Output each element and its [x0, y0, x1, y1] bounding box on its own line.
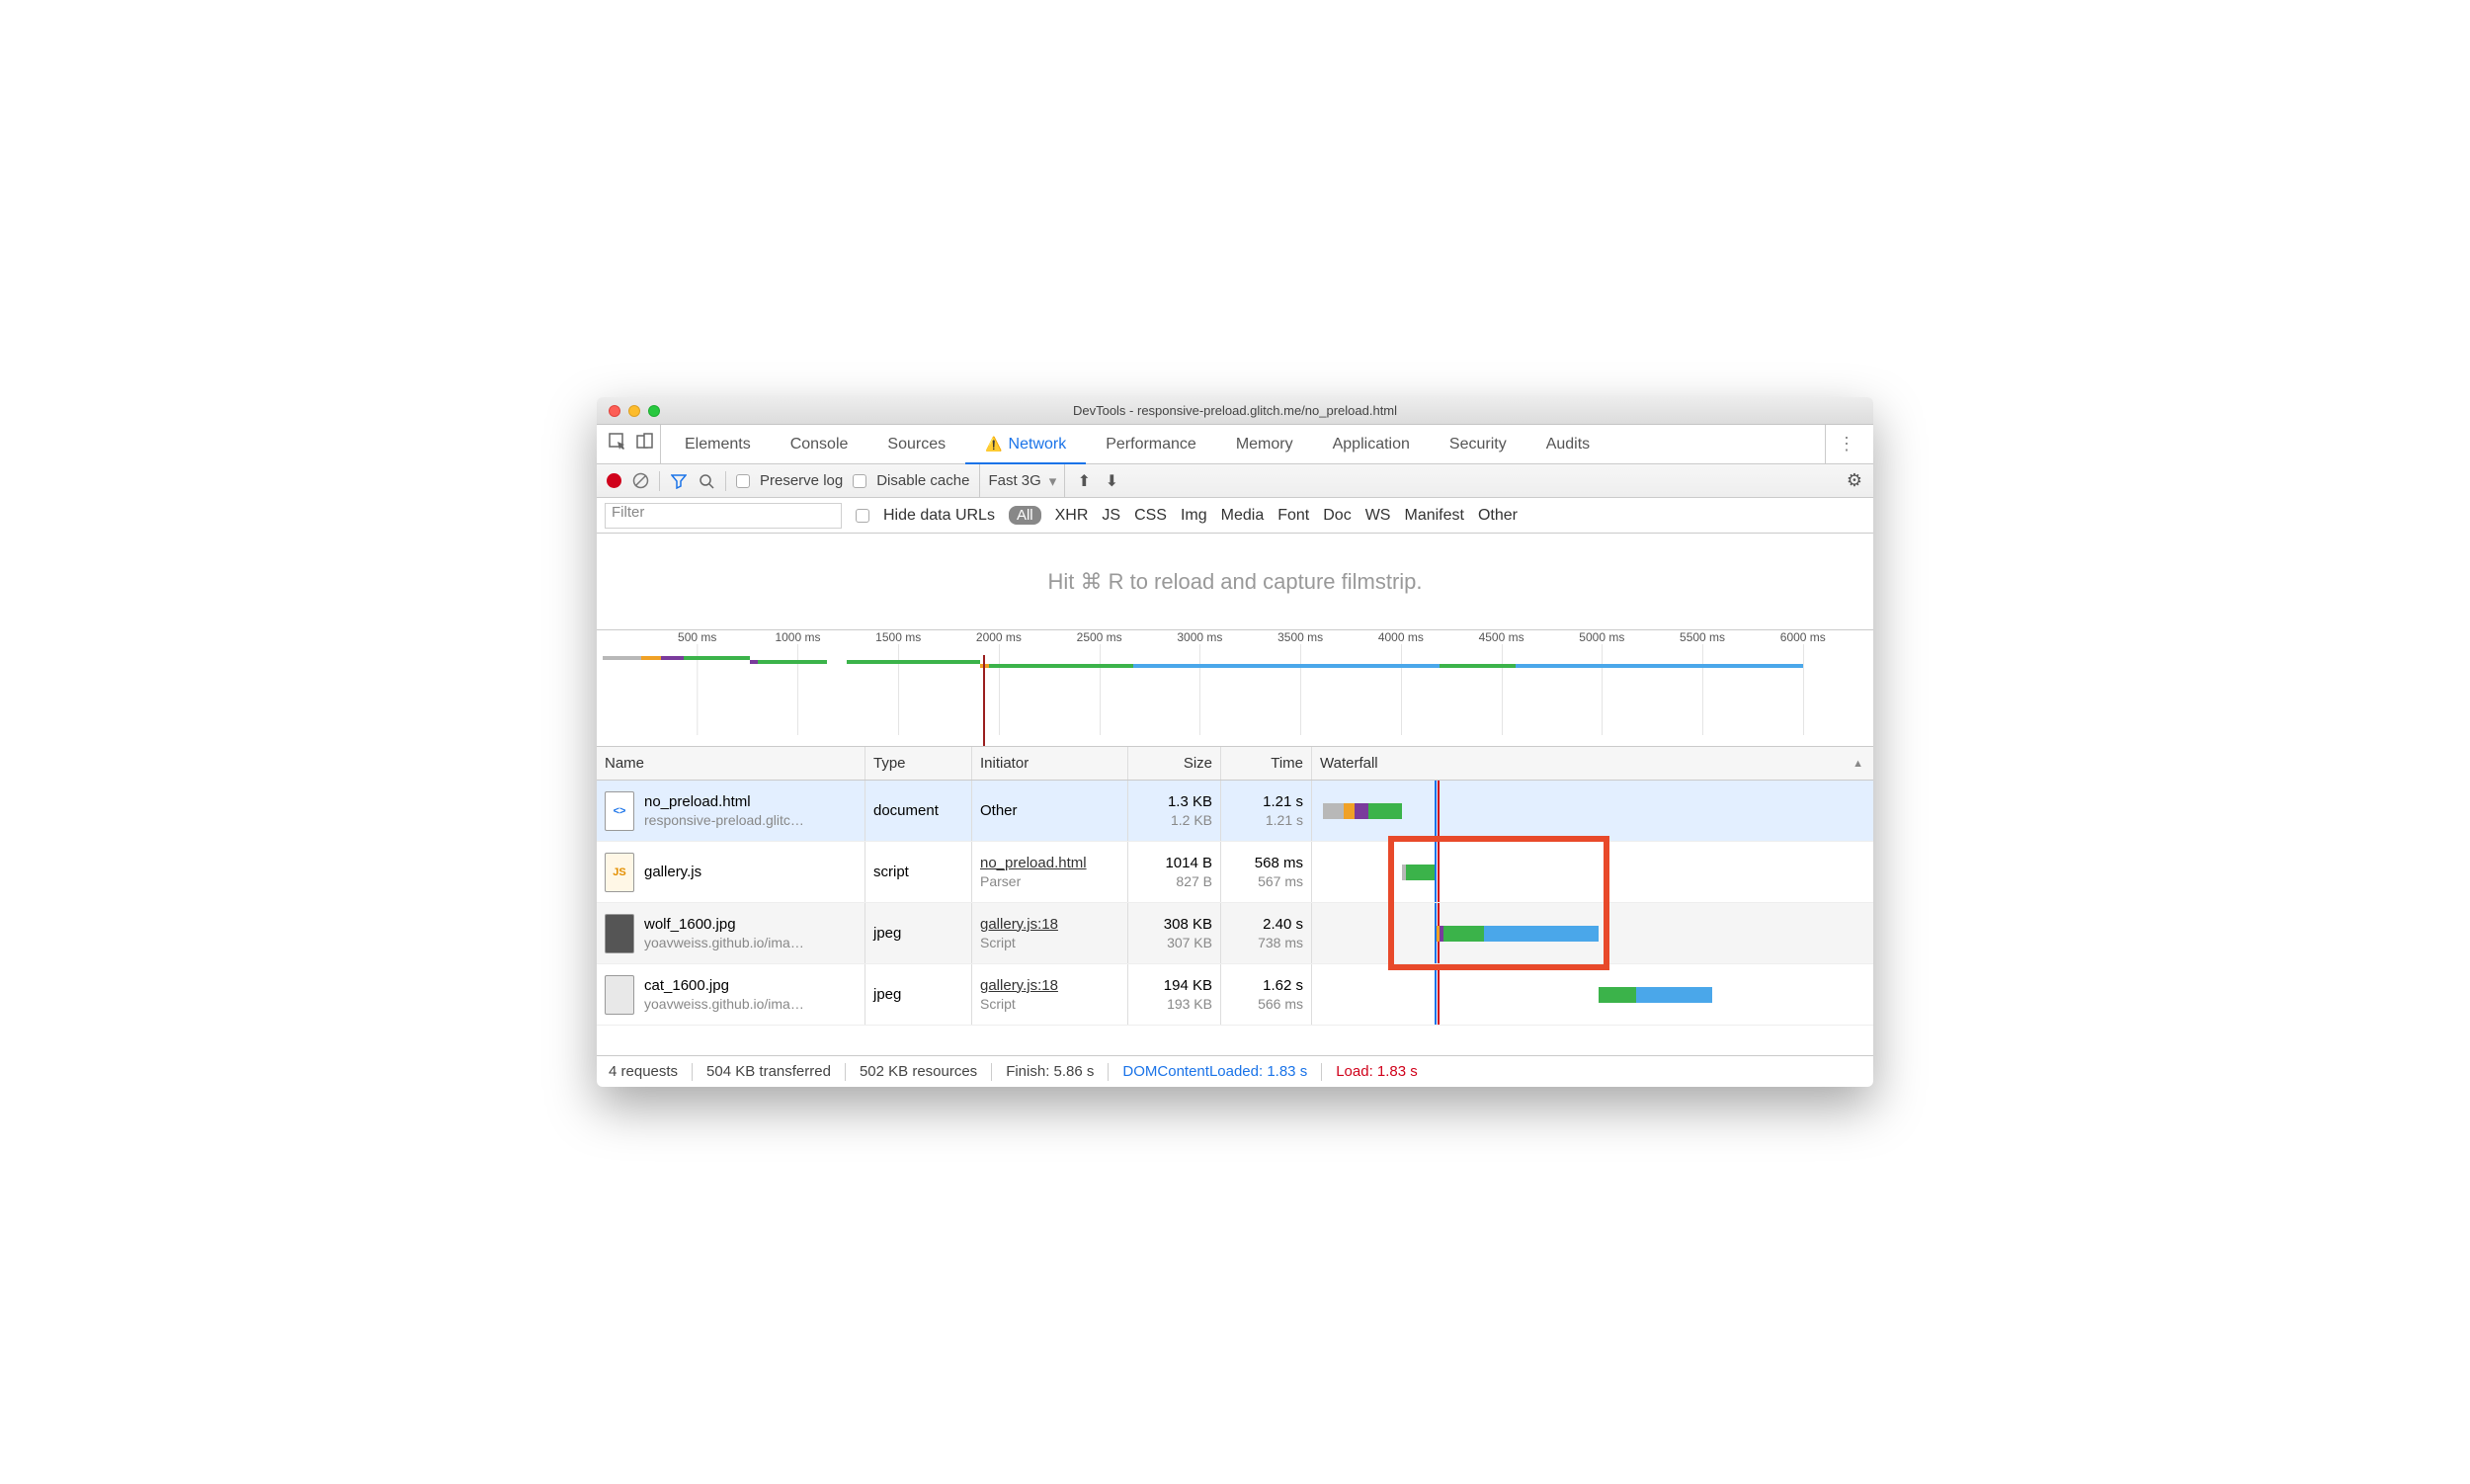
- type-css[interactable]: CSS: [1134, 507, 1167, 525]
- tick: 4000 ms: [1378, 630, 1424, 644]
- filter-input[interactable]: Filter: [605, 503, 842, 529]
- upload-icon[interactable]: ⬆: [1075, 472, 1093, 490]
- record-button[interactable]: [607, 473, 621, 488]
- tick: 500 ms: [678, 630, 716, 644]
- col-type[interactable]: Type: [865, 747, 972, 780]
- timeline-overview[interactable]: 500 ms 1000 ms 1500 ms 2000 ms 2500 ms 3000 m…: [597, 630, 1873, 747]
- table-row[interactable]: wolf_1600.jpgyoavweiss.github.io/ima… jp…: [597, 903, 1873, 964]
- tab-elements[interactable]: Elements: [665, 425, 771, 463]
- minimize-icon[interactable]: [628, 405, 640, 417]
- table-row[interactable]: JSgallery.js script no_preload.htmlParse…: [597, 842, 1873, 903]
- tab-audits[interactable]: Audits: [1526, 425, 1609, 463]
- devtools-window: DevTools - responsive-preload.glitch.me/…: [597, 397, 1873, 1087]
- inspect-icon[interactable]: [609, 433, 626, 455]
- status-bar: 4 requests 504 KB transferred 502 KB res…: [597, 1055, 1873, 1087]
- tick: 5500 ms: [1680, 630, 1725, 644]
- panel-tabs: Elements Console Sources ⚠️Network Perfo…: [597, 425, 1873, 464]
- type-manifest[interactable]: Manifest: [1404, 507, 1463, 525]
- kebab-icon[interactable]: ⋮: [1838, 434, 1855, 454]
- tick: 4500 ms: [1479, 630, 1524, 644]
- table-header: Name Type Initiator Size Time Waterfall: [597, 747, 1873, 781]
- tab-performance[interactable]: Performance: [1086, 425, 1216, 463]
- gear-icon[interactable]: ⚙: [1846, 472, 1863, 490]
- device-icon[interactable]: [636, 433, 654, 455]
- tick: 2000 ms: [976, 630, 1022, 644]
- type-xhr[interactable]: XHR: [1055, 507, 1089, 525]
- window-title: DevTools - responsive-preload.glitch.me/…: [597, 403, 1873, 418]
- filmstrip-message: Hit ⌘ R to reload and capture filmstrip.: [597, 534, 1873, 630]
- table-row[interactable]: <>no_preload.htmlresponsive-preload.glit…: [597, 781, 1873, 842]
- titlebar: DevTools - responsive-preload.glitch.me/…: [597, 397, 1873, 425]
- col-size[interactable]: Size: [1128, 747, 1221, 780]
- status-finish: Finish: 5.86 s: [1006, 1063, 1094, 1080]
- hide-data-urls-checkbox[interactable]: [856, 509, 869, 523]
- tab-console[interactable]: Console: [771, 425, 868, 463]
- tick: 2500 ms: [1077, 630, 1122, 644]
- chevron-down-icon: ▾: [1049, 472, 1057, 490]
- table-row[interactable]: cat_1600.jpgyoavweiss.github.io/ima… jpe…: [597, 964, 1873, 1026]
- preserve-log-checkbox[interactable]: [736, 474, 750, 488]
- col-waterfall[interactable]: Waterfall: [1312, 747, 1873, 780]
- maximize-icon[interactable]: [648, 405, 660, 417]
- close-icon[interactable]: [609, 405, 620, 417]
- download-icon[interactable]: ⬇: [1103, 472, 1120, 490]
- disable-cache-label: Disable cache: [876, 472, 969, 489]
- filter-icon[interactable]: [670, 472, 688, 490]
- status-requests: 4 requests: [609, 1063, 678, 1080]
- status-transferred: 504 KB transferred: [706, 1063, 831, 1080]
- clear-icon[interactable]: [631, 472, 649, 490]
- hide-data-urls-label: Hide data URLs: [883, 507, 995, 525]
- type-other[interactable]: Other: [1478, 507, 1518, 525]
- type-doc[interactable]: Doc: [1323, 507, 1351, 525]
- throttling-select[interactable]: Fast 3G ▾: [979, 464, 1065, 497]
- request-table: <>no_preload.htmlresponsive-preload.glit…: [597, 781, 1873, 1055]
- search-icon[interactable]: [698, 472, 715, 490]
- status-resources: 502 KB resources: [860, 1063, 977, 1080]
- tick: 6000 ms: [1780, 630, 1826, 644]
- tick: 3000 ms: [1177, 630, 1222, 644]
- tab-security[interactable]: Security: [1430, 425, 1526, 463]
- tick: 1000 ms: [775, 630, 820, 644]
- col-time[interactable]: Time: [1221, 747, 1312, 780]
- tick: 3500 ms: [1277, 630, 1323, 644]
- status-domcontentloaded: DOMContentLoaded: 1.83 s: [1122, 1063, 1307, 1080]
- type-font[interactable]: Font: [1277, 507, 1309, 525]
- tick: 5000 ms: [1579, 630, 1624, 644]
- tab-sources[interactable]: Sources: [867, 425, 965, 463]
- status-load: Load: 1.83 s: [1336, 1063, 1418, 1080]
- col-name[interactable]: Name: [597, 747, 865, 780]
- disable-cache-checkbox[interactable]: [853, 474, 866, 488]
- type-media[interactable]: Media: [1221, 507, 1265, 525]
- type-ws[interactable]: WS: [1365, 507, 1391, 525]
- preserve-log-label: Preserve log: [760, 472, 843, 489]
- tab-network[interactable]: ⚠️Network: [965, 425, 1086, 463]
- type-js[interactable]: JS: [1102, 507, 1120, 525]
- tab-memory[interactable]: Memory: [1216, 425, 1313, 463]
- load-marker: [983, 655, 985, 746]
- col-initiator[interactable]: Initiator: [972, 747, 1128, 780]
- tick: 1500 ms: [875, 630, 921, 644]
- type-img[interactable]: Img: [1181, 507, 1207, 525]
- warning-icon: ⚠️: [985, 436, 1002, 453]
- tab-application[interactable]: Application: [1313, 425, 1430, 463]
- filter-bar: Filter Hide data URLs All XHR JS CSS Img…: [597, 498, 1873, 534]
- network-toolbar: Preserve log Disable cache Fast 3G ▾ ⬆ ⬇…: [597, 464, 1873, 498]
- type-all[interactable]: All: [1009, 506, 1041, 525]
